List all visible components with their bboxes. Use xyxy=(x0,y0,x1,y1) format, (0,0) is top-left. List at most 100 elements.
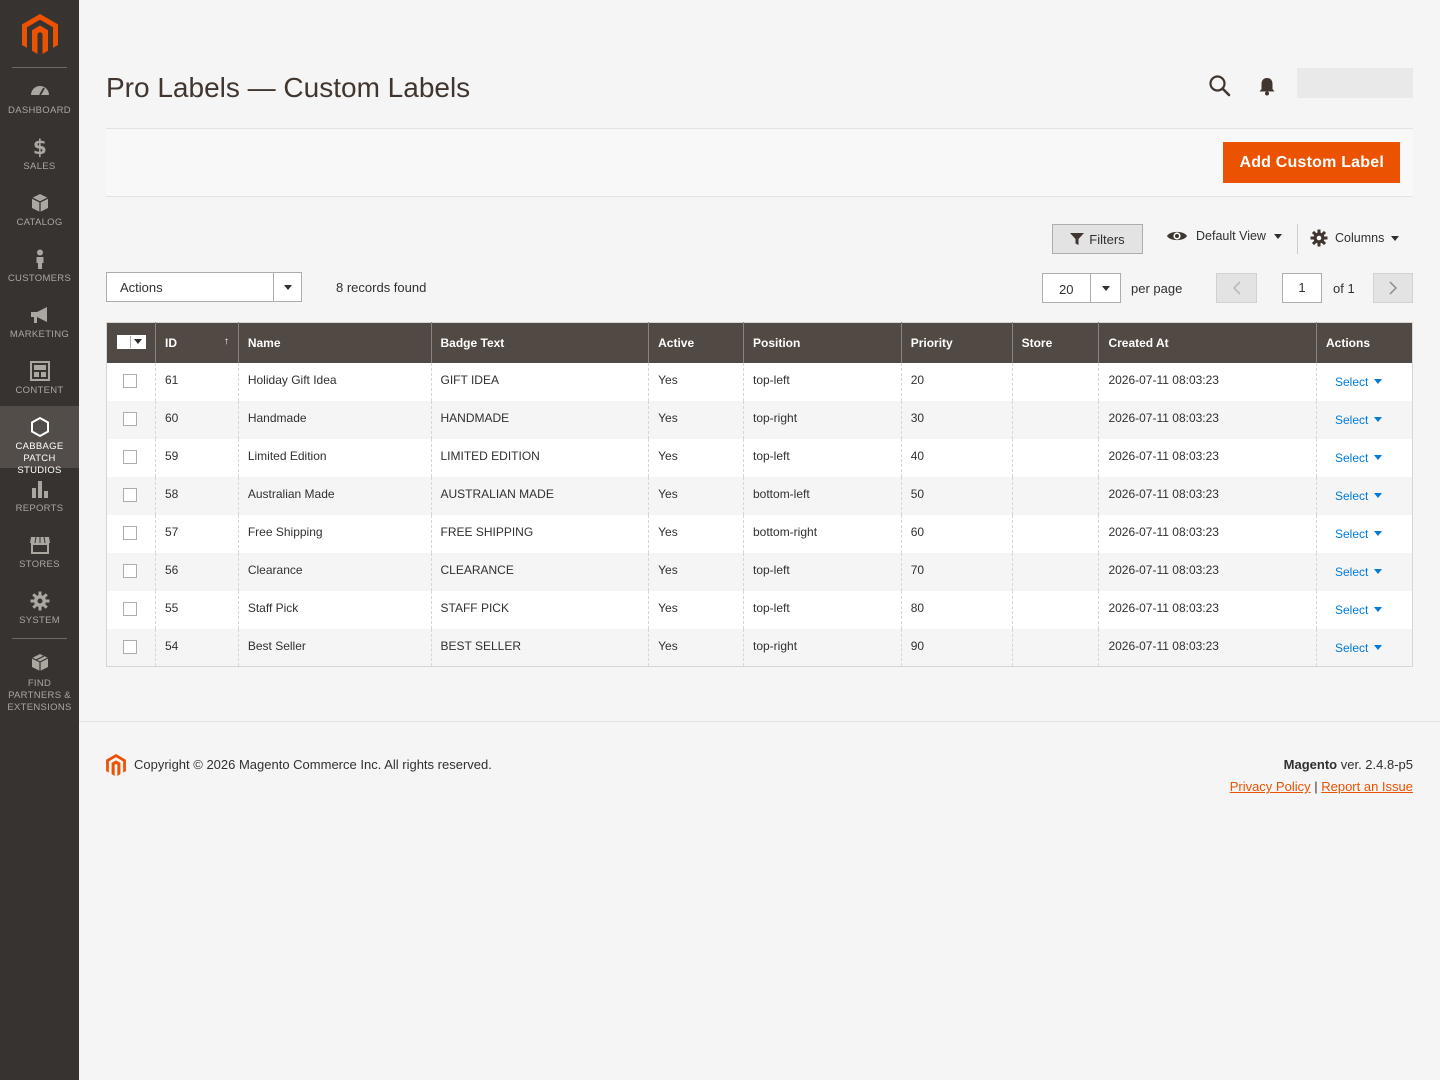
table-row[interactable]: 60 Handmade HANDMADE Yes top-right 30 2026-07-… xyxy=(106,400,1413,439)
cell-store xyxy=(1011,438,1099,477)
cell-active: Yes xyxy=(648,552,744,591)
bell-icon[interactable] xyxy=(1256,75,1278,97)
cell-name: Limited Edition xyxy=(237,438,431,477)
sidebar-item-label: REPORTS xyxy=(15,503,64,514)
search-icon[interactable] xyxy=(1208,74,1232,98)
sidebar-item-stores[interactable]: STORES xyxy=(0,524,79,580)
cell-store xyxy=(1011,400,1099,439)
row-action-select[interactable]: Select xyxy=(1334,488,1383,503)
chevron-down-icon xyxy=(1391,235,1400,241)
table-row[interactable]: 59 Limited Edition LIMITED EDITION Yes top-l… xyxy=(106,438,1413,477)
cell-created-at: 2026-07-11 08:03:23 xyxy=(1098,362,1317,401)
filters-button[interactable]: Filters xyxy=(1052,224,1143,254)
table-row[interactable]: 55 Staff Pick STAFF PICK Yes top-left 80 2026-… xyxy=(106,590,1413,629)
sidebar-item-label: STORES xyxy=(19,559,60,570)
sidebar-item-customers[interactable]: CUSTOMERS xyxy=(0,238,79,294)
row-action-select[interactable]: Select xyxy=(1335,641,1383,655)
sidebar-item-sales[interactable]: $ SALES xyxy=(0,126,79,182)
next-page-button[interactable] xyxy=(1373,273,1413,303)
megaphone-icon xyxy=(29,304,51,326)
row-action-select[interactable]: Select xyxy=(1335,603,1383,617)
sidebar-item-catalog[interactable]: CATALOG xyxy=(0,182,79,238)
table-row[interactable]: 58 Australian Made AUSTRALIAN MADE Yes botto… xyxy=(106,476,1413,515)
row-checkbox[interactable] xyxy=(123,487,137,502)
sidebar-item-label: FIND PARTNERS & EXTENSIONS xyxy=(7,678,72,713)
default-view-dropdown[interactable]: Default View xyxy=(1166,229,1282,243)
svg-text:$: $ xyxy=(32,136,46,158)
column-header-position[interactable]: Position xyxy=(743,322,902,363)
cell-id: 54 xyxy=(155,628,239,667)
column-header-priority[interactable]: Priority xyxy=(900,322,1013,363)
sidebar-item-marketing[interactable]: MARKETING xyxy=(0,294,79,350)
funnel-icon xyxy=(1070,233,1085,245)
row-action-select[interactable]: Select xyxy=(1335,527,1383,541)
mass-select-checkbox[interactable] xyxy=(117,334,146,349)
row-checkbox[interactable] xyxy=(123,525,137,540)
add-custom-label-button[interactable]: Add Custom Label xyxy=(1223,142,1400,183)
column-header-active[interactable]: Active xyxy=(648,322,744,363)
cell-name: Staff Pick xyxy=(237,590,431,629)
admin-user-menu[interactable] xyxy=(1297,68,1413,98)
sidebar-item-dashboard[interactable]: DASHBOARD xyxy=(0,70,79,126)
per-page-select[interactable]: 20 xyxy=(1042,273,1121,303)
row-action-label: Select xyxy=(1334,450,1369,465)
footer-separator: | xyxy=(1310,779,1322,794)
sidebar-item-label: SALES xyxy=(23,161,56,172)
columns-label: Columns xyxy=(1335,231,1385,245)
column-header-created-at[interactable]: Created At xyxy=(1098,322,1317,363)
row-checkbox[interactable] xyxy=(123,411,137,426)
person-icon xyxy=(29,248,51,270)
row-action-label: Select xyxy=(1334,488,1369,503)
column-header-badge-text[interactable]: Badge Text xyxy=(430,322,649,363)
columns-dropdown[interactable]: Columns xyxy=(1310,229,1400,247)
row-action-select[interactable]: Select xyxy=(1335,413,1383,427)
cell-id: 57 xyxy=(155,514,239,553)
row-action-select[interactable]: Select xyxy=(1334,564,1383,579)
hexagon-icon xyxy=(29,416,51,438)
mass-actions-select[interactable]: Actions xyxy=(106,272,302,302)
chevron-down-icon xyxy=(1374,531,1383,536)
sidebar-item-cabbage-patch-studios[interactable]: CABBAGE PATCH STUDIOS xyxy=(0,406,79,476)
cell-created-at: 2026-07-11 08:03:23 xyxy=(1098,552,1317,591)
sidebar-item-system[interactable]: SYSTEM xyxy=(0,580,79,636)
storefront-icon xyxy=(29,534,51,556)
row-action-label: Select xyxy=(1334,374,1369,389)
magento-logo-icon[interactable] xyxy=(22,14,58,54)
table-row[interactable]: 54 Best Seller BEST SELLER Yes top-right 90 20… xyxy=(106,628,1413,667)
cell-name: Clearance xyxy=(237,552,431,591)
row-checkbox[interactable] xyxy=(123,563,137,578)
chevron-down-icon xyxy=(273,273,301,301)
page-actions-bar: Add Custom Label xyxy=(106,128,1413,197)
cell-actions: Select xyxy=(1315,590,1413,629)
sidebar-item-find-partners-extensions[interactable]: FIND PARTNERS & EXTENSIONS xyxy=(0,643,79,717)
previous-page-button[interactable] xyxy=(1216,273,1257,303)
page-number-input[interactable]: 1 xyxy=(1282,273,1322,303)
column-header-store[interactable]: Store xyxy=(1011,322,1099,363)
sidebar-item-content[interactable]: CONTENT xyxy=(0,350,79,406)
mass-select-header xyxy=(106,322,156,363)
row-checkbox[interactable] xyxy=(123,639,137,654)
row-action-select[interactable]: Select xyxy=(1334,450,1383,465)
cell-actions: Select xyxy=(1315,438,1413,477)
chevron-down-icon xyxy=(1374,455,1383,460)
privacy-policy-link[interactable]: Privacy Policy xyxy=(1230,779,1311,794)
column-header-name[interactable]: Name xyxy=(237,322,431,363)
row-action-label: Select xyxy=(1334,564,1369,579)
table-row[interactable]: 56 Clearance CLEARANCE Yes top-left 70 2026-07… xyxy=(106,552,1413,591)
row-action-select[interactable]: Select xyxy=(1334,374,1383,389)
cell-id: 61 xyxy=(155,362,239,401)
report-issue-link[interactable]: Report an Issue xyxy=(1321,779,1413,794)
table-row[interactable]: 61 Holiday Gift Idea GIFT IDEA Yes top-left 2… xyxy=(106,362,1413,401)
sidebar-item-label: CONTENT xyxy=(15,385,64,396)
row-checkbox[interactable] xyxy=(123,449,137,464)
table-row[interactable]: 57 Free Shipping FREE SHIPPING Yes bottom-ri… xyxy=(106,514,1413,553)
cell-active: Yes xyxy=(648,362,744,401)
row-checkbox[interactable] xyxy=(123,601,137,616)
chevron-down-icon[interactable] xyxy=(1090,274,1120,302)
cell-priority: 90 xyxy=(900,628,1013,667)
footer-divider xyxy=(79,721,1440,722)
toolbar-divider xyxy=(1297,224,1298,254)
column-header-id[interactable]: ID ↑ xyxy=(155,322,239,363)
row-checkbox[interactable] xyxy=(123,373,137,388)
cell-position: top-left xyxy=(743,362,902,401)
